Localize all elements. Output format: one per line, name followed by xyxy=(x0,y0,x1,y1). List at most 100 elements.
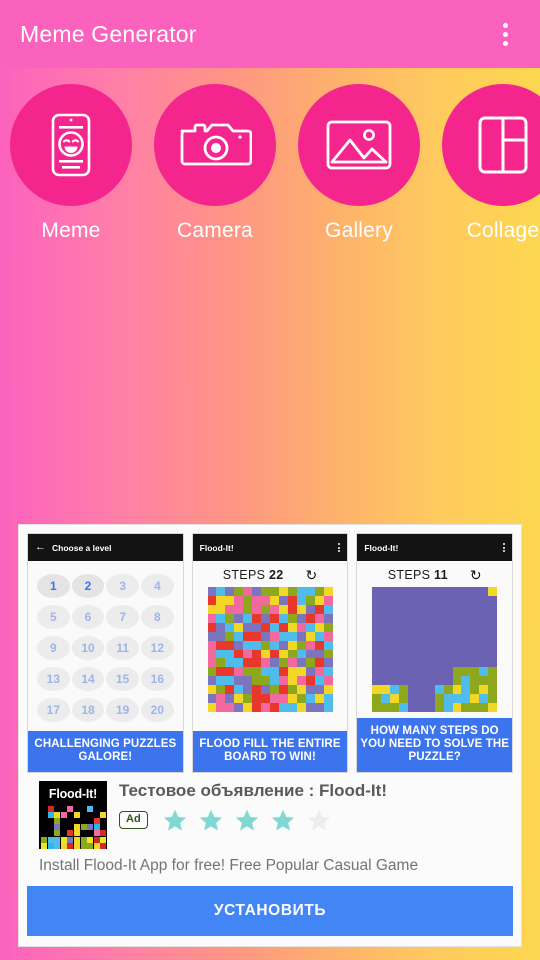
board-tile xyxy=(207,667,217,677)
board-tile xyxy=(479,667,489,677)
level-cell[interactable]: 2 xyxy=(71,574,105,598)
level-cell[interactable]: 18 xyxy=(71,698,105,722)
board-tile xyxy=(434,658,444,668)
level-cell[interactable]: 15 xyxy=(106,667,139,691)
ad-screenshot[interactable]: Flood-It! STEPS 11 ↻ HOW MANY STEPS DO Y… xyxy=(356,533,514,773)
board-tile xyxy=(434,676,444,686)
board-tile xyxy=(314,613,324,623)
level-cell[interactable]: 3 xyxy=(106,574,139,598)
shortcut-row[interactable]: Meme Camera Gallery Collage xyxy=(0,68,540,243)
level-cell[interactable]: 6 xyxy=(71,605,105,629)
board-tile xyxy=(296,685,306,695)
board-tile xyxy=(372,640,382,650)
board-tile xyxy=(390,622,399,632)
shortcut-gallery[interactable]: Gallery xyxy=(298,84,420,243)
board-tile xyxy=(398,631,408,641)
board-tile xyxy=(372,658,382,668)
app-icon-label: Flood-It! xyxy=(48,787,98,801)
board-tile xyxy=(261,685,270,695)
board-tile xyxy=(488,604,498,614)
level-cell[interactable]: 11 xyxy=(106,636,139,660)
board-tile xyxy=(296,587,306,596)
board-tile xyxy=(252,685,262,695)
board-tile xyxy=(243,587,253,596)
board-tile xyxy=(461,685,471,695)
board-tile xyxy=(488,667,498,677)
level-cell[interactable]: 13 xyxy=(37,667,70,691)
level-cell[interactable]: 19 xyxy=(106,698,139,722)
level-cell[interactable]: 8 xyxy=(141,605,174,629)
icon-block xyxy=(80,842,87,849)
board-tile xyxy=(296,622,306,632)
board-tile xyxy=(270,667,279,677)
more-vert-icon[interactable] xyxy=(490,14,520,54)
icon-block xyxy=(54,836,61,843)
board-tile xyxy=(461,631,471,641)
board-tile xyxy=(270,595,279,605)
board-tile xyxy=(278,667,288,677)
board-tile xyxy=(296,649,306,659)
ad-card[interactable]: ← Choose a level 1 2 3 4 5 6 7 8 9 10 11 12 13 14 15 16… xyxy=(18,524,522,947)
board-tile xyxy=(434,604,444,614)
board-tile xyxy=(407,676,417,686)
screenshot-bar-title: Flood-It! xyxy=(199,542,234,553)
board-tile xyxy=(270,622,279,632)
level-cell[interactable]: 1 xyxy=(37,574,70,598)
ad-screenshot[interactable]: Flood-It! STEPS 22 ↻ FLOOD FILL THE ENTI… xyxy=(191,533,349,773)
board-tile xyxy=(278,685,288,695)
level-cell[interactable]: 20 xyxy=(141,698,174,722)
board-tile xyxy=(234,685,244,695)
board-tile xyxy=(443,595,453,605)
board-tile xyxy=(381,676,391,686)
board-tile xyxy=(381,640,391,650)
level-cell[interactable]: 9 xyxy=(37,636,70,660)
image-icon xyxy=(324,116,394,174)
shortcut-camera[interactable]: Camera xyxy=(154,84,276,243)
board-tile xyxy=(461,649,471,659)
board-tile xyxy=(270,649,279,659)
board-tile xyxy=(278,631,288,641)
level-cell[interactable]: 10 xyxy=(71,636,105,660)
board-tile xyxy=(243,703,253,712)
ad-screenshot[interactable]: ← Choose a level 1 2 3 4 5 6 7 8 9 10 11 12 13 14 15 16… xyxy=(27,533,184,773)
board-tile xyxy=(270,604,279,614)
board-tile xyxy=(416,667,426,677)
board-tile xyxy=(305,649,315,659)
board-tile xyxy=(323,685,333,695)
board-tile xyxy=(372,703,382,712)
board-tile xyxy=(479,631,489,641)
level-cell[interactable]: 16 xyxy=(141,667,174,691)
board-tile xyxy=(425,622,435,632)
icon-block xyxy=(100,830,107,837)
screenshot-body: 1 2 3 4 5 6 7 8 9 10 11 12 13 14 15 16 17 18 19 20 xyxy=(28,561,183,732)
icon-block xyxy=(60,842,67,849)
icon-block xyxy=(67,836,74,843)
level-cell[interactable]: 7 xyxy=(106,605,139,629)
board-tile xyxy=(452,649,462,659)
board-tile xyxy=(261,703,270,712)
board-tile xyxy=(225,595,235,605)
level-cell[interactable]: 4 xyxy=(141,574,174,598)
board-tile xyxy=(461,640,471,650)
board-tile xyxy=(407,685,417,695)
board-tile xyxy=(443,604,453,614)
board-tile xyxy=(488,703,498,712)
level-cell[interactable]: 14 xyxy=(71,667,105,691)
install-button[interactable]: УСТАНОВИТЬ xyxy=(27,886,513,936)
board-tile xyxy=(488,622,498,632)
ad-badge: Ad xyxy=(119,810,148,830)
board-tile xyxy=(216,631,226,641)
board-tile xyxy=(479,685,489,695)
board-tile xyxy=(305,622,315,632)
board-tile xyxy=(234,587,244,596)
shortcut-collage[interactable]: Collage xyxy=(442,84,540,243)
board-tile xyxy=(470,703,480,712)
shortcut-meme[interactable]: Meme xyxy=(10,84,132,243)
board-tile xyxy=(381,604,391,614)
board-tile xyxy=(452,658,462,668)
level-cell[interactable]: 12 xyxy=(141,636,174,660)
level-cell[interactable]: 5 xyxy=(37,605,70,629)
level-cell[interactable]: 17 xyxy=(37,698,70,722)
board-tile xyxy=(452,613,462,623)
board-tile xyxy=(225,685,235,695)
